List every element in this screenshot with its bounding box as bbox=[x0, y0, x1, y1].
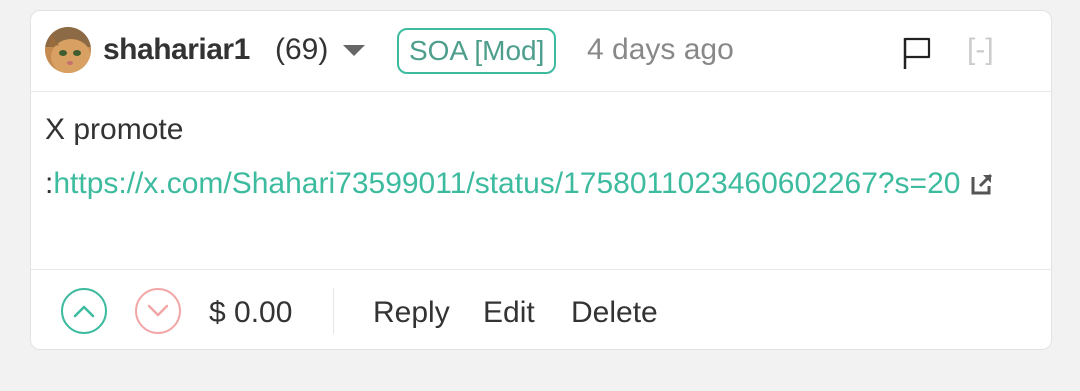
divider bbox=[333, 288, 334, 334]
external-link-icon[interactable] bbox=[970, 160, 994, 195]
comment-header: shahariar1 (69) SOA [Mod] 4 days ago [-] bbox=[31, 11, 1051, 92]
author-username[interactable]: shahariar1 bbox=[103, 33, 250, 67]
author-reputation: (69) bbox=[275, 33, 329, 66]
downvote-button[interactable] bbox=[135, 288, 181, 334]
comment-card: shahariar1 (69) SOA [Mod] 4 days ago [-]… bbox=[30, 10, 1052, 350]
community-role-badge[interactable]: SOA [Mod] bbox=[397, 28, 557, 74]
upvote-button[interactable] bbox=[61, 288, 107, 334]
comment-footer: $ 0.00 Reply Edit Delete bbox=[31, 269, 1051, 352]
chevron-down-icon bbox=[147, 304, 169, 317]
delete-button[interactable]: Delete bbox=[571, 296, 658, 330]
external-link[interactable]: https://x.com/Shahari73599011/status/175… bbox=[53, 167, 960, 200]
payout-amount[interactable]: $ 0.00 bbox=[209, 296, 292, 330]
reply-button[interactable]: Reply bbox=[373, 296, 450, 330]
collapse-toggle[interactable]: [-] bbox=[967, 33, 994, 67]
comment-timestamp[interactable]: 4 days ago bbox=[587, 33, 734, 67]
comment-text: X promote bbox=[45, 113, 184, 146]
comment-body: X promote :https://x.com/Shahari73599011… bbox=[45, 103, 1037, 211]
chevron-down-icon[interactable] bbox=[343, 45, 365, 56]
edit-button[interactable]: Edit bbox=[483, 296, 535, 330]
chevron-up-icon bbox=[73, 305, 95, 318]
comment-link-line: :https://x.com/Shahari73599011/status/17… bbox=[45, 157, 1037, 211]
avatar[interactable] bbox=[45, 27, 91, 73]
flag-icon[interactable] bbox=[901, 35, 935, 71]
